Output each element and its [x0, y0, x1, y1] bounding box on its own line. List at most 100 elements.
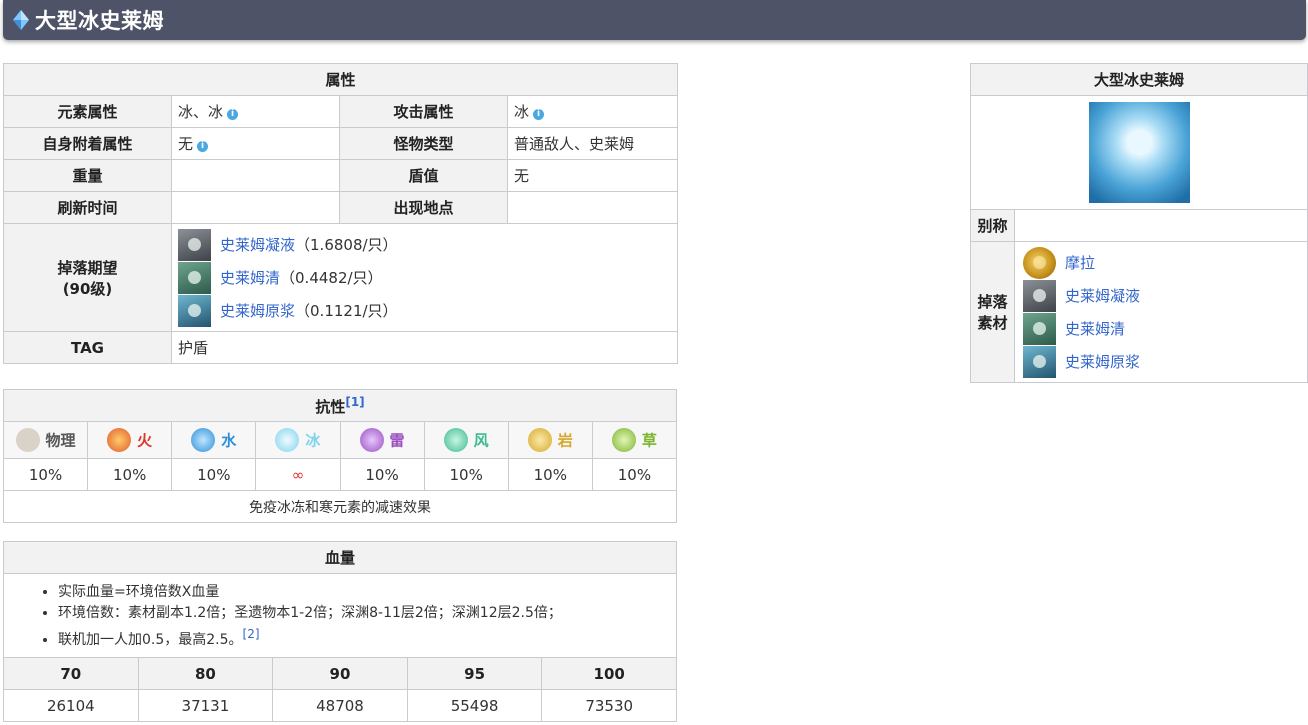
element-label: 元素属性 [3, 95, 172, 128]
hp-value: 37131 [137, 689, 274, 722]
resist-geo: 岩 [507, 421, 593, 459]
drop-expect-label: 掉落期望 (90级) [3, 223, 172, 332]
hp-value: 48708 [272, 689, 408, 722]
hp-header: 血量 [3, 541, 677, 574]
info-icon[interactable]: i [533, 109, 545, 120]
drop-link[interactable]: 史莱姆凝液 [220, 234, 295, 255]
slime-secretions-icon[interactable] [178, 261, 211, 294]
resist-value: 10% [423, 458, 509, 491]
material-link[interactable]: 史莱姆清 [1065, 318, 1125, 339]
page-title-bar: 大型冰史莱姆 [3, 0, 1306, 40]
reference-link[interactable]: [1] [345, 395, 364, 409]
resist-cryo: 冰 [255, 421, 341, 459]
list-item: 实际血量=环境倍数X血量 [58, 582, 670, 603]
drop-rate: （0.4482/只） [280, 269, 383, 287]
material-link[interactable]: 摩拉 [1065, 252, 1095, 273]
hp-note-list: 实际血量=环境倍数X血量 环境倍数：素材副本1.2倍；圣遗物本1-2倍；深渊8-… [10, 582, 670, 651]
hydro-icon [191, 428, 216, 452]
element-value: 冰、冰 [178, 103, 224, 121]
cryo-icon [275, 428, 300, 452]
monster-portrait[interactable] [1088, 102, 1190, 203]
physical-icon [15, 428, 40, 452]
electro-icon [359, 428, 384, 452]
list-item: 史莱姆清 [1023, 312, 1299, 345]
slime-condensate-icon[interactable] [1023, 279, 1056, 312]
hp-value: 55498 [406, 689, 543, 722]
info-icon[interactable]: i [227, 109, 239, 120]
info-icon[interactable]: i [197, 141, 209, 152]
element-cell: 冰、冰 i [171, 95, 340, 128]
resist-value: 10% [171, 458, 257, 491]
anemo-icon [443, 428, 468, 452]
resist-dendro: 草 [591, 421, 678, 459]
self-value: 无 [178, 135, 194, 153]
drop-material-label: 掉落素材 [970, 241, 1015, 383]
resistance-note: 免疫冰冻和寒元素的减速效果 [3, 490, 677, 523]
slime-concentrate-icon[interactable] [1023, 345, 1056, 378]
resist-value: 10% [2, 458, 89, 491]
reference-link[interactable]: [2] [243, 627, 260, 641]
resist-electro: 雷 [339, 421, 425, 459]
diamond-icon [13, 10, 29, 30]
drop-expect-title: 掉落期望 [57, 258, 118, 277]
list-item: 环境倍数：素材副本1.2倍；圣遗物本1-2倍；深渊8-11层2倍；深渊12层2.… [58, 603, 670, 624]
hp-value: 73530 [541, 689, 677, 722]
level-header: 95 [406, 657, 543, 690]
type-value: 普通敌人、史莱姆 [506, 127, 679, 160]
attack-cell: 冰i [506, 95, 679, 128]
hp-value: 26104 [3, 689, 139, 722]
slime-concentrate-icon[interactable] [178, 294, 211, 327]
drop-link[interactable]: 史莱姆原浆 [220, 300, 295, 321]
drop-expect-list: 史莱姆凝液 （1.6808/只） 史莱姆清 （0.4482/只） 史莱姆原浆 （… [170, 223, 679, 332]
list-item: 史莱姆原浆 [1023, 345, 1299, 378]
resist-hydro: 水 [171, 421, 257, 459]
type-label: 怪物类型 [339, 127, 508, 160]
geo-icon [527, 428, 552, 452]
resist-pyro: 火 [87, 421, 173, 459]
level-header: 80 [137, 657, 274, 690]
resist-value: 10% [507, 458, 593, 491]
mora-icon[interactable] [1023, 246, 1056, 279]
level-header: 70 [3, 657, 139, 690]
self-label: 自身附着属性 [3, 127, 172, 160]
resistance-table: 抗性[1] 物理 火 水 冰 雷 风 岩 草 10% 10% 10% ∞ 10%… [2, 389, 678, 523]
list-item: 史莱姆凝液 （1.6808/只） [178, 228, 671, 261]
list-item: 史莱姆原浆 （0.1121/只） [178, 294, 671, 327]
infobox: 大型冰史莱姆 别称 掉落素材 摩拉 史莱姆凝液 史莱姆清 史莱姆原浆 [969, 63, 1308, 383]
hp-note-text: 联机加一人加0.5，最高2.5。 [58, 632, 243, 648]
alias-value [1013, 209, 1308, 242]
tag-label: TAG [3, 331, 172, 364]
list-item: 史莱姆清 （0.4482/只） [178, 261, 671, 294]
tag-value: 护盾 [170, 331, 679, 364]
resistance-header: 抗性[1] [3, 389, 677, 422]
page-title: 大型冰史莱姆 [35, 9, 164, 33]
resist-physical: 物理 [2, 421, 89, 459]
list-item: 摩拉 [1023, 246, 1299, 279]
slime-secretions-icon[interactable] [1023, 312, 1056, 345]
infobox-title: 大型冰史莱姆 [969, 63, 1308, 96]
material-link[interactable]: 史莱姆凝液 [1065, 285, 1140, 306]
portrait-cell [969, 95, 1308, 210]
slime-condensate-icon[interactable] [178, 228, 211, 261]
weight-value [171, 159, 340, 192]
material-list: 摩拉 史莱姆凝液 史莱姆清 史莱姆原浆 [1013, 241, 1308, 383]
pyro-icon [107, 428, 132, 452]
drop-rate: （1.6808/只） [295, 236, 398, 254]
shield-value: 无 [506, 159, 679, 192]
resist-value: 10% [87, 458, 173, 491]
drop-link[interactable]: 史莱姆清 [220, 267, 280, 288]
resistance-title: 抗性 [315, 397, 346, 416]
drop-expect-level: (90级) [62, 279, 113, 298]
attributes-header: 属性 [2, 63, 679, 96]
material-link[interactable]: 史莱姆原浆 [1065, 351, 1140, 372]
attack-label: 攻击属性 [339, 95, 508, 128]
weight-label: 重量 [3, 159, 172, 192]
drop-rate: （0.1121/只） [295, 302, 398, 320]
resist-value: 10% [339, 458, 425, 491]
self-cell: 无i [171, 127, 340, 160]
resist-anemo: 风 [423, 421, 509, 459]
location-value [506, 191, 679, 224]
location-label: 出现地点 [339, 191, 508, 224]
alias-label: 别称 [970, 209, 1015, 242]
level-header: 90 [272, 657, 408, 690]
